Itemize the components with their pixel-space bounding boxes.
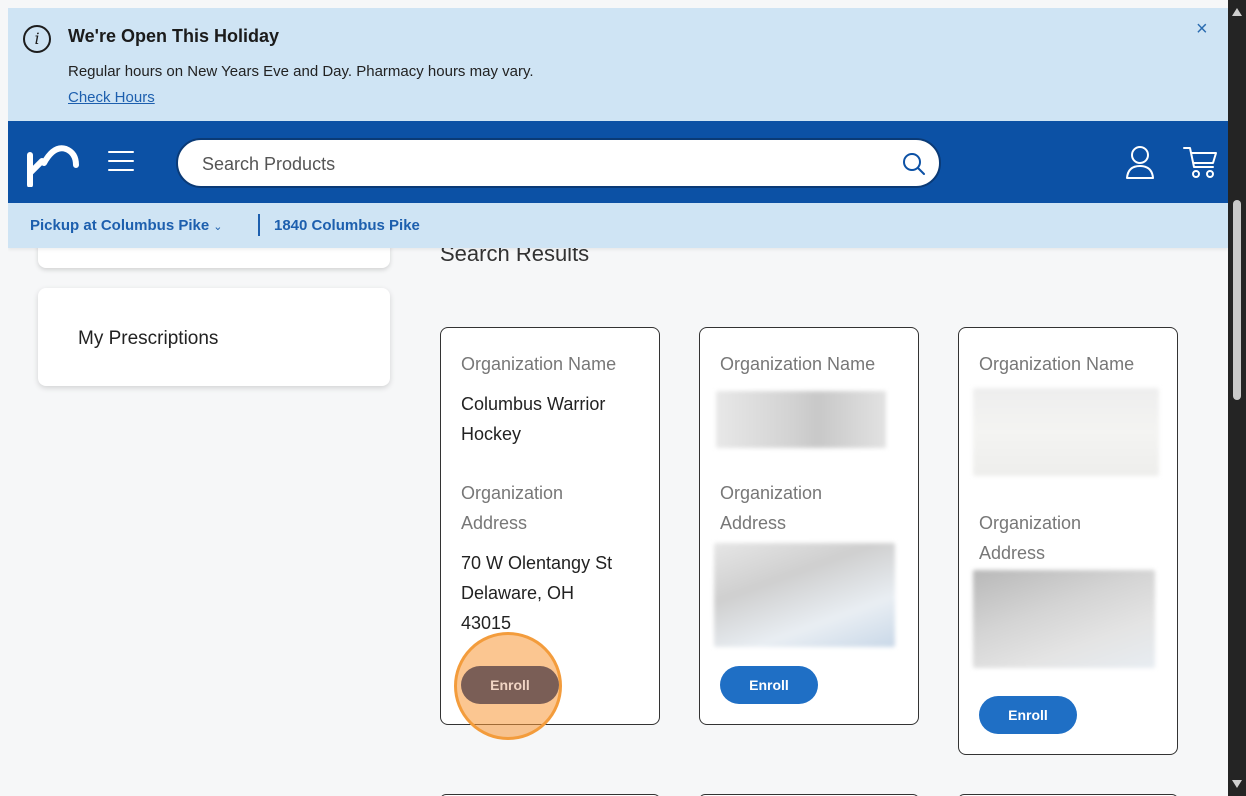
scroll-down-icon[interactable] (1232, 780, 1242, 788)
check-hours-link[interactable]: Check Hours (68, 89, 155, 106)
scroll-up-icon[interactable] (1232, 8, 1242, 16)
organization-address-label: Organization (979, 513, 1082, 533)
search-input[interactable] (202, 152, 892, 176)
close-icon[interactable]: × (1196, 18, 1208, 41)
organization-card: Organization Name Organization Address (958, 327, 1178, 755)
organization-address-label: Address (461, 513, 528, 533)
redacted-organization-name (716, 391, 886, 448)
search-bar[interactable] (176, 138, 941, 188)
organization-name-label: Organization Name (979, 354, 1135, 374)
enroll-button[interactable]: Enroll (979, 696, 1077, 734)
pickup-store-selector[interactable]: Pickup at Columbus Pike ⌄ (30, 217, 222, 234)
my-prescriptions-card[interactable]: My Prescriptions (38, 288, 390, 386)
organization-name-label: Organization Name (461, 354, 617, 374)
organization-address-label: Organization (461, 483, 564, 503)
info-icon: i (23, 25, 51, 53)
organization-address-label: Address (720, 513, 787, 533)
enroll-button[interactable]: Enroll (461, 666, 559, 704)
redacted-organization-address (973, 570, 1155, 668)
cart-icon[interactable] (1182, 145, 1218, 179)
banner-title: We're Open This Holiday (68, 26, 279, 46)
my-prescriptions-label: My Prescriptions (78, 328, 219, 349)
menu-icon[interactable] (108, 151, 134, 173)
organization-card: Organization Name Organization Address (699, 327, 919, 725)
organization-name-line: Hockey (461, 424, 522, 444)
chevron-down-icon: ⌄ (213, 221, 223, 233)
redacted-organization-name (973, 388, 1159, 476)
scrollbar[interactable] (1228, 0, 1246, 796)
divider (258, 214, 260, 236)
store-address[interactable]: 1840 Columbus Pike (274, 217, 420, 234)
organization-address-label: Organization (720, 483, 823, 503)
page: i We're Open This Holiday Regular hours … (8, 8, 1228, 796)
organization-address-line: 70 W Olentangy St (461, 553, 613, 573)
account-icon[interactable] (1125, 145, 1155, 179)
holiday-banner: i We're Open This Holiday Regular hours … (8, 8, 1228, 121)
scrollbar-thumb[interactable] (1233, 200, 1241, 400)
organization-address-line: Delaware, OH (461, 583, 575, 603)
organization-name-line: Columbus Warrior (461, 394, 606, 414)
search-icon[interactable] (901, 151, 927, 177)
site-header (8, 121, 1228, 203)
store-bar: Pickup at Columbus Pike ⌄ 1840 Columbus P… (8, 203, 1228, 248)
pickup-label: Pickup at Columbus Pike (30, 217, 210, 234)
banner-message: Regular hours on New Years Eve and Day. … (68, 63, 534, 80)
organization-name-label: Organization Name (720, 354, 876, 374)
logo-icon[interactable] (24, 139, 80, 187)
redacted-organization-address (714, 543, 895, 647)
organization-address-label: Address (979, 543, 1046, 563)
enroll-button[interactable]: Enroll (720, 666, 818, 704)
